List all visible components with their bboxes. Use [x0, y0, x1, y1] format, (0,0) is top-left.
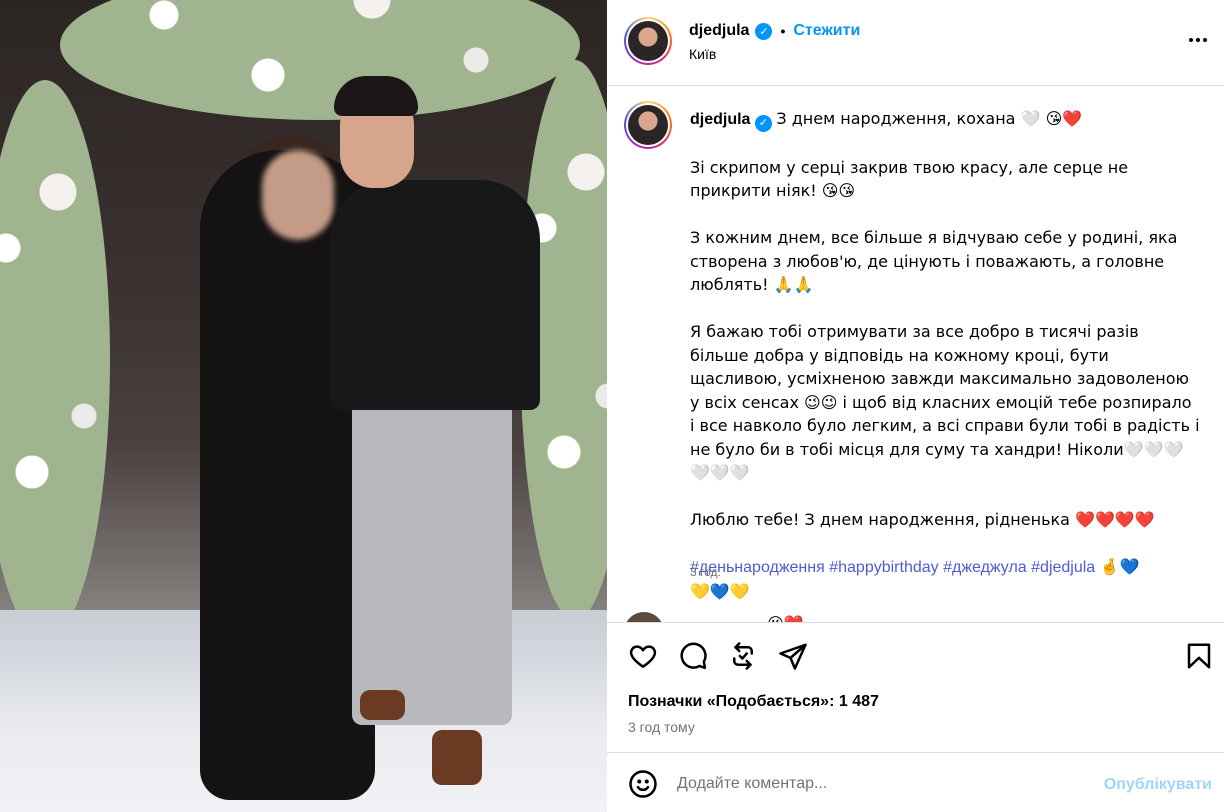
woman-face-blurred: [262, 150, 334, 240]
hashtag-emoji-1: 🤞💙: [1099, 557, 1140, 577]
caption-paragraph-2: З кожним днем, все більше я відчуваю себ…: [690, 228, 1178, 295]
flower-arch-top: [60, 0, 580, 120]
caption-time[interactable]: 3 год.: [690, 565, 721, 579]
hashtag-link[interactable]: #джеджула: [943, 559, 1027, 576]
caption-author[interactable]: djedjula: [690, 111, 750, 128]
hashtag-link[interactable]: #happybirthday: [829, 559, 938, 576]
posted-time[interactable]: 3 год тому: [628, 719, 695, 735]
verified-icon: ✓: [754, 115, 772, 133]
location-link[interactable]: Київ: [689, 46, 716, 62]
caption-area[interactable]: djedjula ✓ З днем народження, кохана 🤍 😘…: [607, 87, 1224, 622]
caption-text: djedjula ✓ З днем народження, кохана 🤍 😘…: [690, 107, 1200, 622]
post-header: djedjula ✓ • Стежити Київ: [607, 0, 1224, 86]
comment-input[interactable]: [677, 769, 1077, 799]
share-icon[interactable]: [778, 641, 808, 671]
caption-hashtags: #деньнародження #happybirthday #джеджула…: [690, 555, 1200, 604]
hashtag-emoji-2: 💛💙💛: [690, 581, 750, 601]
publish-button[interactable]: Опублікувати: [1104, 776, 1212, 794]
follow-button[interactable]: Стежити: [793, 22, 860, 40]
avatar[interactable]: [624, 17, 672, 65]
man-hair: [334, 76, 418, 116]
caption-avatar[interactable]: [624, 101, 672, 149]
likes-count[interactable]: Позначки «Подобається»: 1 487: [628, 693, 879, 711]
man-trousers: [352, 395, 512, 725]
post-photo[interactable]: [0, 0, 607, 812]
man-shirt: [330, 180, 540, 410]
caption-paragraph-4: Люблю тебе! З днем народження, рідненька…: [690, 510, 1155, 530]
caption-line1: З днем народження, кохана 🤍 😘❤️: [776, 109, 1083, 128]
comment-preview: ........ .... 😘❤️: [683, 614, 804, 622]
shoe-right: [432, 730, 482, 785]
flower-arch-left: [0, 80, 110, 640]
action-bar: Позначки «Подобається»: 1 487 3 год тому: [607, 622, 1224, 752]
separator-dot: •: [780, 23, 786, 39]
emoji-icon[interactable]: [628, 769, 658, 799]
shoe-left: [360, 690, 405, 720]
verified-icon: ✓: [755, 22, 773, 40]
username-link[interactable]: djedjula: [689, 22, 749, 40]
save-icon[interactable]: [1184, 641, 1214, 671]
header-user-row: djedjula ✓ • Стежити: [689, 22, 860, 40]
like-icon[interactable]: [628, 641, 658, 671]
caption-paragraph-1: Зі скрипом у серці закрив твою красу, ал…: [690, 157, 1129, 201]
repost-icon[interactable]: [728, 641, 758, 671]
comment-avatar[interactable]: [624, 612, 664, 622]
post-side-panel: djedjula ✓ • Стежити Київ djedjula ✓ З д…: [607, 0, 1224, 812]
comment-icon[interactable]: [678, 641, 708, 671]
comment-form: Опублікувати: [607, 752, 1224, 812]
caption-paragraph-3: Я бажаю тобі отримувати за все добро в т…: [690, 322, 1200, 483]
more-options-icon[interactable]: [1186, 28, 1210, 52]
hashtag-link[interactable]: #djedjula: [1031, 559, 1095, 576]
